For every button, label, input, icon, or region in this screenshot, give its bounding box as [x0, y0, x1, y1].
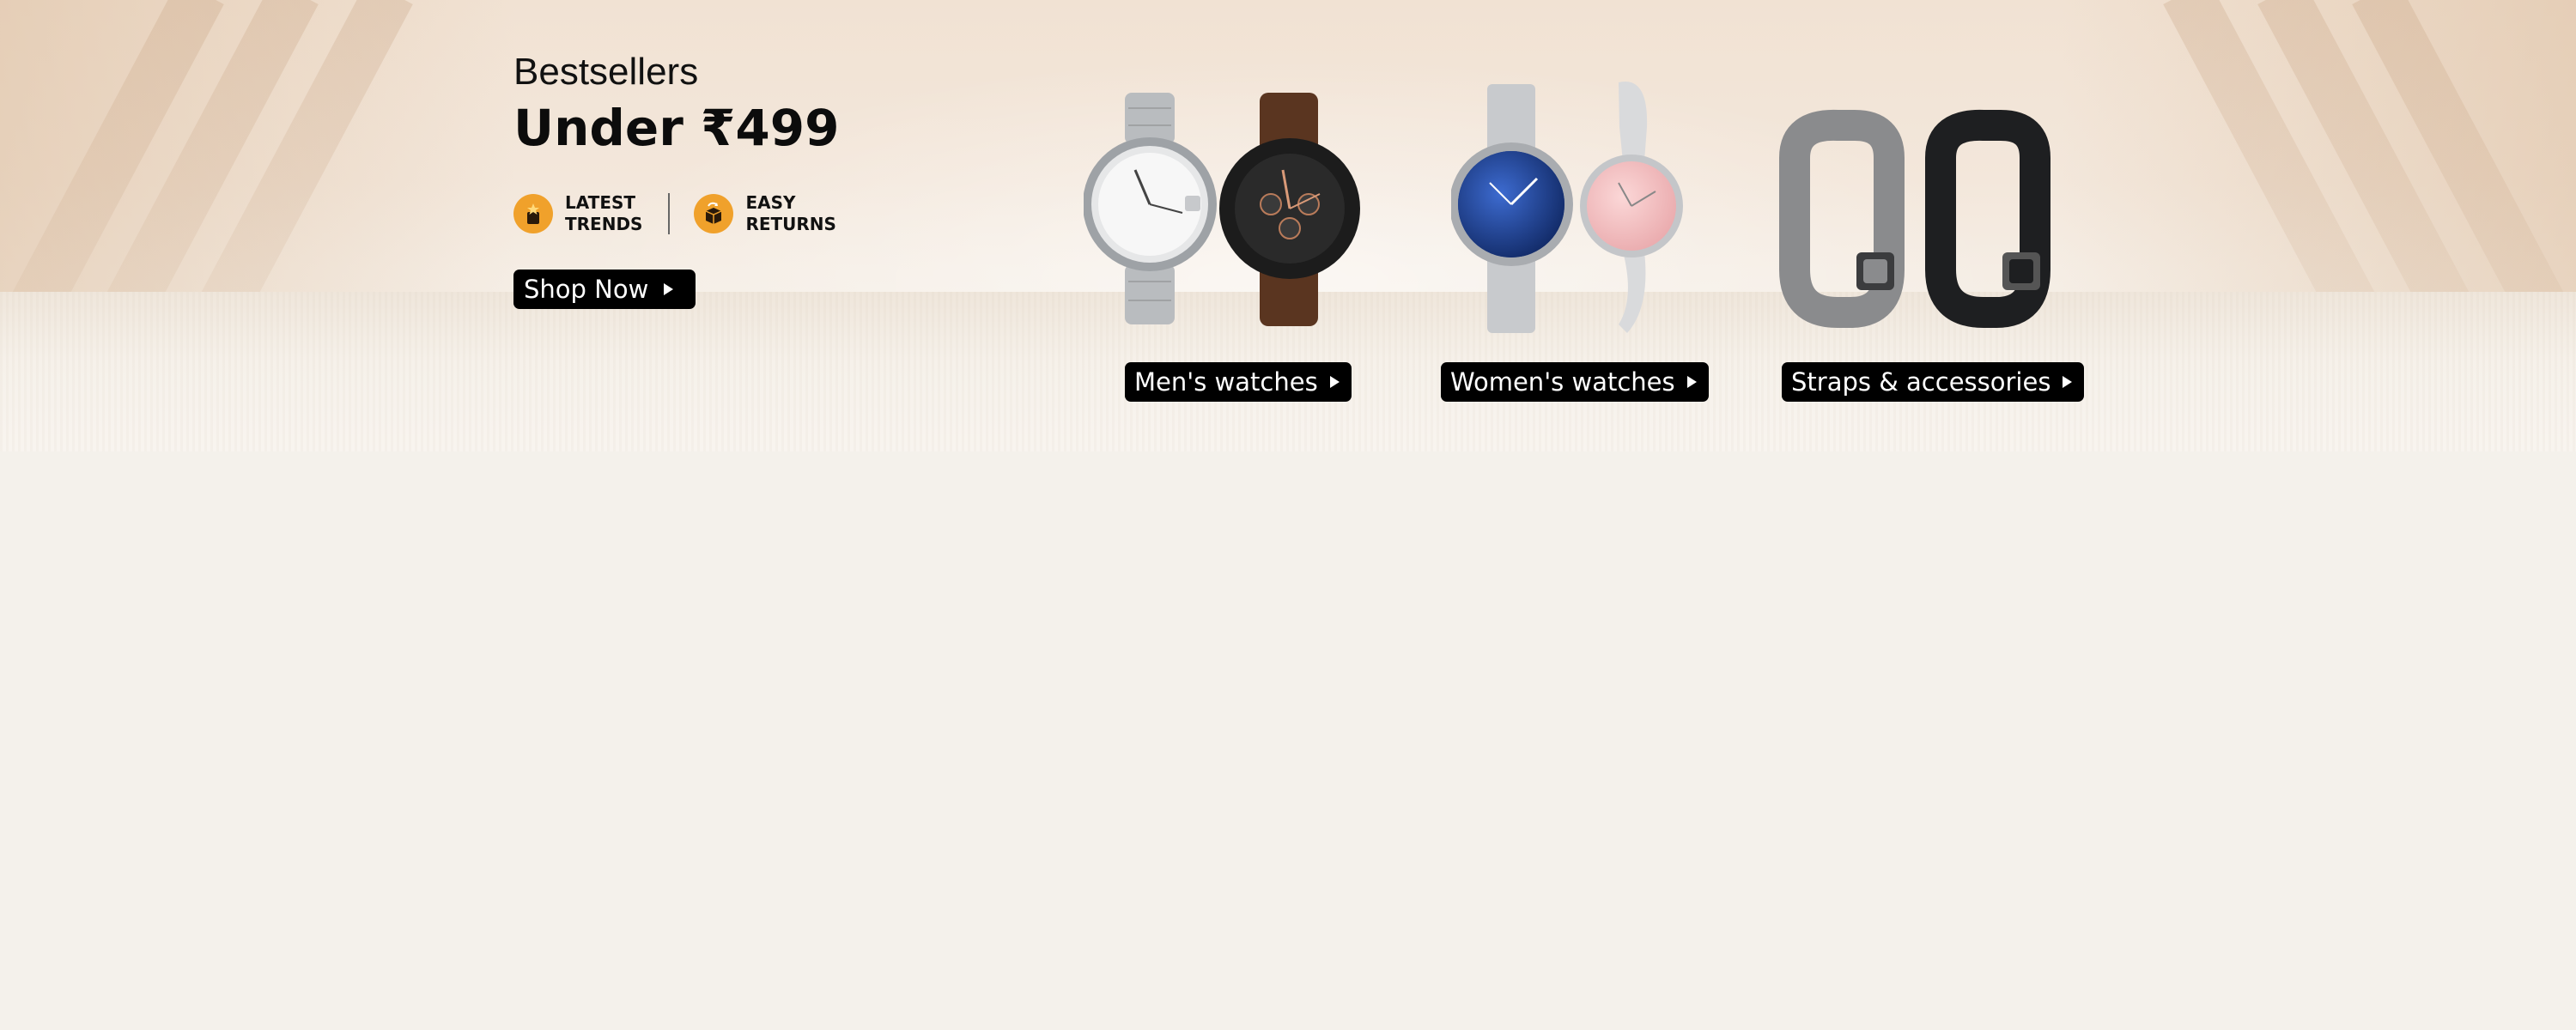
play-arrow-icon: [1686, 376, 1697, 388]
womens-watches-button[interactable]: Women's watches: [1441, 362, 1709, 402]
badge-divider: [668, 193, 671, 234]
promo-text-block: Bestsellers Under ₹499 LATEST TRENDS EAS…: [513, 51, 839, 309]
shop-now-button[interactable]: Shop Now: [513, 270, 696, 309]
womens-watches-image[interactable]: [1449, 76, 1709, 345]
promo-kicker: Bestsellers: [513, 51, 699, 93]
shop-now-label: Shop Now: [524, 275, 649, 304]
badge-easy-returns-line1: EASY: [745, 192, 796, 213]
badge-latest-trends-line2: TRENDS: [565, 214, 643, 234]
trending-star-icon: [513, 194, 553, 233]
straps-accessories-label: Straps & accessories: [1791, 367, 2051, 397]
mens-watches-image[interactable]: [1083, 76, 1384, 345]
badge-latest-trends: LATEST TRENDS: [513, 192, 642, 235]
mens-watches-button[interactable]: Men's watches: [1125, 362, 1352, 402]
hero-banner[interactable]: Bestsellers Under ₹499 LATEST TRENDS EAS…: [0, 0, 2576, 451]
play-arrow-icon: [664, 283, 674, 295]
badge-latest-trends-line1: LATEST: [565, 192, 636, 213]
play-arrow-icon: [2063, 376, 2073, 388]
mens-watches-label: Men's watches: [1134, 367, 1318, 397]
feature-badges: LATEST TRENDS EASY RETURNS: [513, 192, 836, 235]
straps-accessories-button[interactable]: Straps & accessories: [1782, 362, 2085, 402]
play-arrow-icon: [1329, 376, 1340, 388]
womens-watches-label: Women's watches: [1450, 367, 1675, 397]
badge-easy-returns-line2: RETURNS: [745, 214, 836, 234]
badge-easy-returns: EASY RETURNS: [694, 192, 836, 235]
straps-accessories-image[interactable]: [1777, 106, 2078, 333]
promo-headline: Under ₹499: [513, 99, 840, 157]
return-box-icon: [694, 194, 734, 233]
